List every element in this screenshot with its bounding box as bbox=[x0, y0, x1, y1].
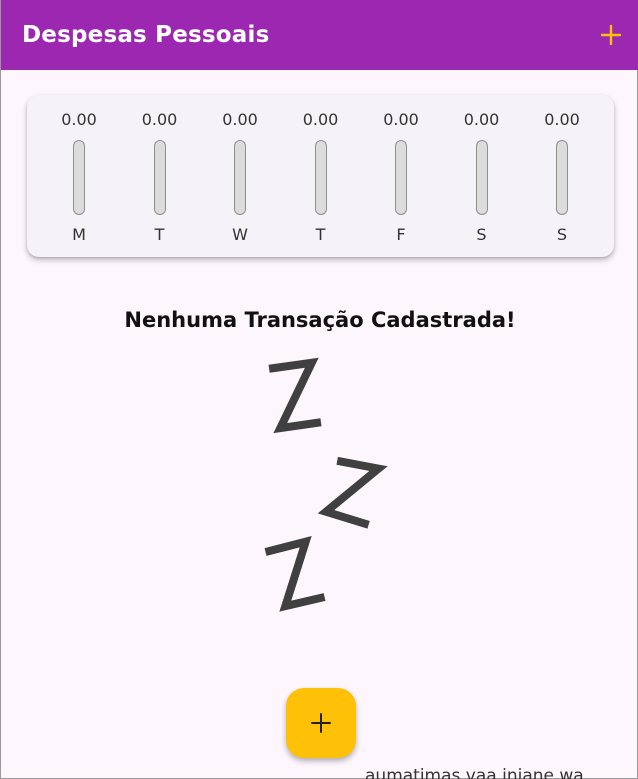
chart-bar-track bbox=[395, 140, 407, 215]
chart-bar-day-label: W bbox=[232, 225, 248, 244]
chart-bar-day-label: F bbox=[396, 225, 406, 244]
footer-text-fragment: aumatimas vaa iniane wa bbox=[365, 766, 584, 779]
chart-bar-day-label: M bbox=[72, 225, 86, 244]
weekly-chart-card: 0.00 M 0.00 T 0.00 W 0.00 T 0.00 F 0.00 S 0.00 S bbox=[27, 95, 614, 257]
chart-bar-column: 0.00 S bbox=[452, 95, 512, 257]
chart-bar-track bbox=[314, 140, 327, 215]
chart-bar-column: 0.00 S bbox=[532, 95, 592, 257]
chart-bar-day-label: S bbox=[556, 225, 568, 244]
chart-bar-track bbox=[475, 140, 488, 215]
chart-bar-value: 0.00 bbox=[222, 110, 258, 129]
add-transaction-button[interactable] bbox=[595, 19, 627, 51]
chart-bar-column: 0.00 F bbox=[371, 95, 431, 257]
sleeping-zzz-icon bbox=[264, 357, 388, 612]
chart-bar-column: 0.00 W bbox=[210, 95, 270, 257]
empty-state-message: Nenhuma Transação Cadastrada! bbox=[124, 308, 516, 332]
app-bar: Despesas Pessoais bbox=[1, 0, 638, 70]
chart-bar-track bbox=[234, 140, 246, 215]
weekly-chart-bars: 0.00 M 0.00 T 0.00 W 0.00 T 0.00 F 0.00 S 0.00 S bbox=[27, 95, 614, 257]
chart-bar-value: 0.00 bbox=[61, 110, 97, 129]
app-title: Despesas Pessoais bbox=[22, 22, 270, 48]
plus-icon bbox=[600, 24, 622, 46]
chart-bar-track bbox=[556, 140, 568, 215]
chart-bar-value: 0.00 bbox=[141, 110, 178, 129]
plus-icon bbox=[311, 713, 331, 733]
chart-bar-column: 0.00 M bbox=[49, 95, 109, 257]
chart-bar-day-label: T bbox=[315, 225, 326, 244]
chart-bar-value: 0.00 bbox=[463, 110, 500, 129]
chart-bar-value: 0.00 bbox=[383, 110, 419, 129]
floating-add-button[interactable] bbox=[286, 688, 356, 758]
chart-bar-day-label: S bbox=[476, 225, 487, 244]
chart-bar-column: 0.00 T bbox=[130, 95, 190, 257]
chart-bar-day-label: T bbox=[154, 225, 165, 244]
chart-bar-value: 0.00 bbox=[544, 110, 580, 129]
chart-bar-track bbox=[73, 140, 85, 215]
chart-bar-track bbox=[153, 140, 166, 215]
chart-bar-column: 0.00 T bbox=[291, 95, 351, 257]
chart-bar-value: 0.00 bbox=[302, 110, 339, 129]
